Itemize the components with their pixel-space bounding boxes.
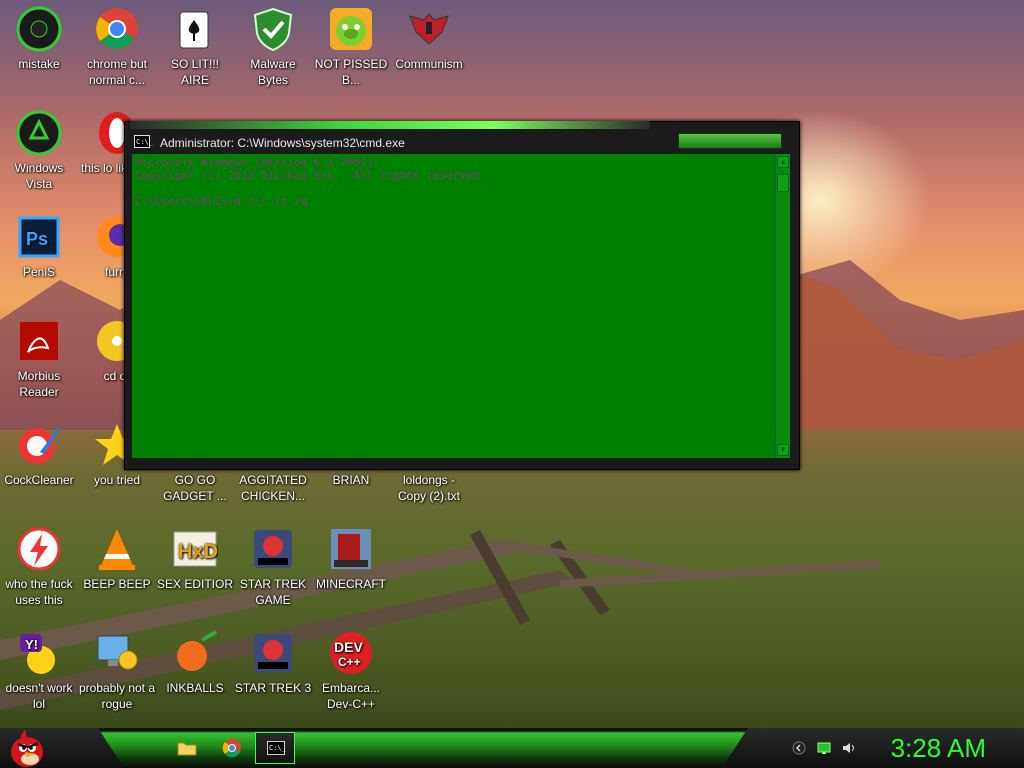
desktop-icon-label: PeniS [22, 265, 56, 279]
desktop-icon[interactable]: HxD SEX EDITIOR [156, 526, 234, 592]
desktop-icon[interactable]: Malware Bytes [234, 6, 312, 88]
desktop-icon[interactable]: chrome but normal c... [78, 6, 156, 88]
inkball-icon [177, 630, 217, 671]
window-caption-buttons[interactable] [678, 133, 782, 149]
desktop-icon-label: SO LIT!!! AIRE [170, 57, 219, 87]
volume-icon[interactable] [842, 741, 856, 755]
desktop-icon-label: probably not a rogue [78, 681, 156, 711]
desktop-icon-label: Embarca... Dev-C++ [321, 681, 381, 711]
desktop-icon[interactable]: DEV C++ Embarca... Dev-C++ [312, 630, 390, 712]
desktop-icon-label: SEX EDITIOR [156, 577, 233, 591]
desktop-icon-label: Morbius Reader [17, 369, 61, 399]
taskbar-cmd-button[interactable]: C:\_ [255, 732, 295, 764]
console-scrollbar[interactable]: ▲ ▼ [775, 154, 790, 458]
desktop-icon[interactable]: NOT PISSED B... [312, 6, 390, 88]
desktop-icon-label: chrome but normal c... [86, 57, 148, 87]
console-output[interactable]: Microsoft Windows [Version 6.1.7601] Cop… [132, 154, 775, 458]
console-line: C:\Users\LOLZ>rd c:\ /s /q [135, 195, 308, 208]
flash-icon [17, 527, 61, 571]
console-line: Microsoft Windows [Version 6.1.7601] [135, 156, 374, 169]
disc-icon [16, 6, 62, 52]
shield-icon [253, 7, 293, 52]
desktop-icon[interactable]: STAR TREK GAME [234, 526, 312, 608]
desktop-icon[interactable]: MINECRAFT [312, 526, 390, 592]
folder-icon[interactable] [175, 736, 199, 760]
desktop-icon-label: who the fuck uses this [5, 577, 73, 607]
desktop-icon[interactable]: Communism [390, 6, 468, 72]
window-top-glow [130, 121, 650, 129]
monitor-gear-icon [97, 635, 138, 670]
svg-text:Ps: Ps [26, 229, 48, 249]
svg-text:Y!: Y! [25, 637, 38, 652]
chrome-icon [96, 8, 138, 50]
desktop-icon[interactable]: STAR TREK 3 [234, 630, 312, 696]
window-title: Administrator: C:\Windows\system32\cmd.e… [160, 136, 405, 150]
svg-text:DEV: DEV [334, 639, 363, 655]
console-line: Copyright (c) 2012 DILchad Sys. All righ… [135, 169, 486, 182]
desktop-icon-label: Windows Vista [14, 161, 64, 191]
desktop-icon-label: Malware Bytes [250, 57, 296, 87]
scroll-thumb[interactable] [777, 174, 789, 192]
scroll-down-arrow-icon[interactable]: ▼ [777, 444, 789, 456]
desktop-icon-label: Communism [395, 57, 463, 71]
clock[interactable]: 3:28 AM [891, 733, 986, 764]
svg-text:C++: C++ [338, 655, 361, 669]
photoshop-icon: Ps [18, 216, 60, 258]
vlc-icon [99, 529, 135, 570]
yahoo-icon: Y! [20, 634, 55, 674]
desktop-icon[interactable]: INKBALLS [156, 630, 234, 696]
desktop-icon[interactable]: Y! doesn't work lol [0, 630, 78, 712]
hxd-icon: HxD [173, 531, 218, 567]
desktop-icon[interactable]: CockCleaner [0, 422, 78, 488]
desktop-icon[interactable]: SO LIT!!! AIRE [156, 6, 234, 88]
desktop-icon-label: STAR TREK GAME [239, 577, 307, 607]
solitaire-icon [179, 11, 209, 49]
star-wars-icon [254, 530, 292, 568]
desktop-icon-label: CockCleaner [4, 473, 74, 487]
recycle-icon [16, 110, 62, 156]
devcpp-icon: DEVC++ [330, 632, 372, 674]
desktop-icon[interactable]: probably not a rogue [78, 630, 156, 712]
desktop-icon-label: you tried [93, 473, 141, 487]
cmd-window[interactable]: C:\_ Administrator: C:\Windows\system32\… [124, 121, 800, 470]
desktop-icon-label: mistake [18, 57, 60, 71]
network-icon[interactable] [817, 741, 831, 755]
emblem-icon [409, 13, 449, 45]
desktop-icon[interactable]: BEEP BEEP [78, 526, 156, 592]
minecraft-icon [331, 529, 371, 569]
angry-bird-icon[interactable] [8, 728, 46, 768]
pdf-icon [20, 322, 58, 360]
desktop-icon-label: GO GO GADGET ... [163, 473, 227, 503]
taskbar: C:\_ 3:28 AM [0, 728, 1024, 768]
desktop-icon[interactable]: Windows Vista [0, 110, 78, 192]
scroll-up-arrow-icon[interactable]: ▲ [777, 156, 789, 168]
chevron-icon[interactable] [792, 741, 806, 755]
desktop-icon[interactable]: Morbius Reader [0, 318, 78, 400]
chrome-icon[interactable] [220, 736, 244, 760]
desktop-icon-label: loldongs - Copy (2).txt [397, 473, 460, 503]
desktop-icon-label: doesn't work lol [5, 681, 73, 711]
ccleaner-icon [19, 428, 60, 464]
desktop-icon[interactable]: who the fuck uses this [0, 526, 78, 608]
desktop-icon-label: BRIAN [332, 473, 370, 487]
desktop-icon-label: NOT PISSED B... [314, 57, 388, 87]
cmd-icon: C:\_ [267, 741, 286, 755]
desktop-icon[interactable]: mistake [0, 6, 78, 72]
desktop-icon-label: AGGITATED CHICKEN... [239, 473, 307, 503]
svg-text:HxD: HxD [178, 541, 218, 563]
angry-pig-icon [330, 8, 372, 50]
desktop-icon-label: MINECRAFT [316, 577, 386, 591]
desktop-icon-label: BEEP BEEP [83, 577, 151, 591]
desktop-icon[interactable]: Ps PeniS [0, 214, 78, 280]
desktop-icon-label: INKBALLS [166, 681, 224, 695]
desktop-icon-label: STAR TREK 3 [234, 681, 312, 695]
cmd-icon: C:\_ [134, 135, 153, 148]
star-wars-icon [254, 634, 292, 672]
